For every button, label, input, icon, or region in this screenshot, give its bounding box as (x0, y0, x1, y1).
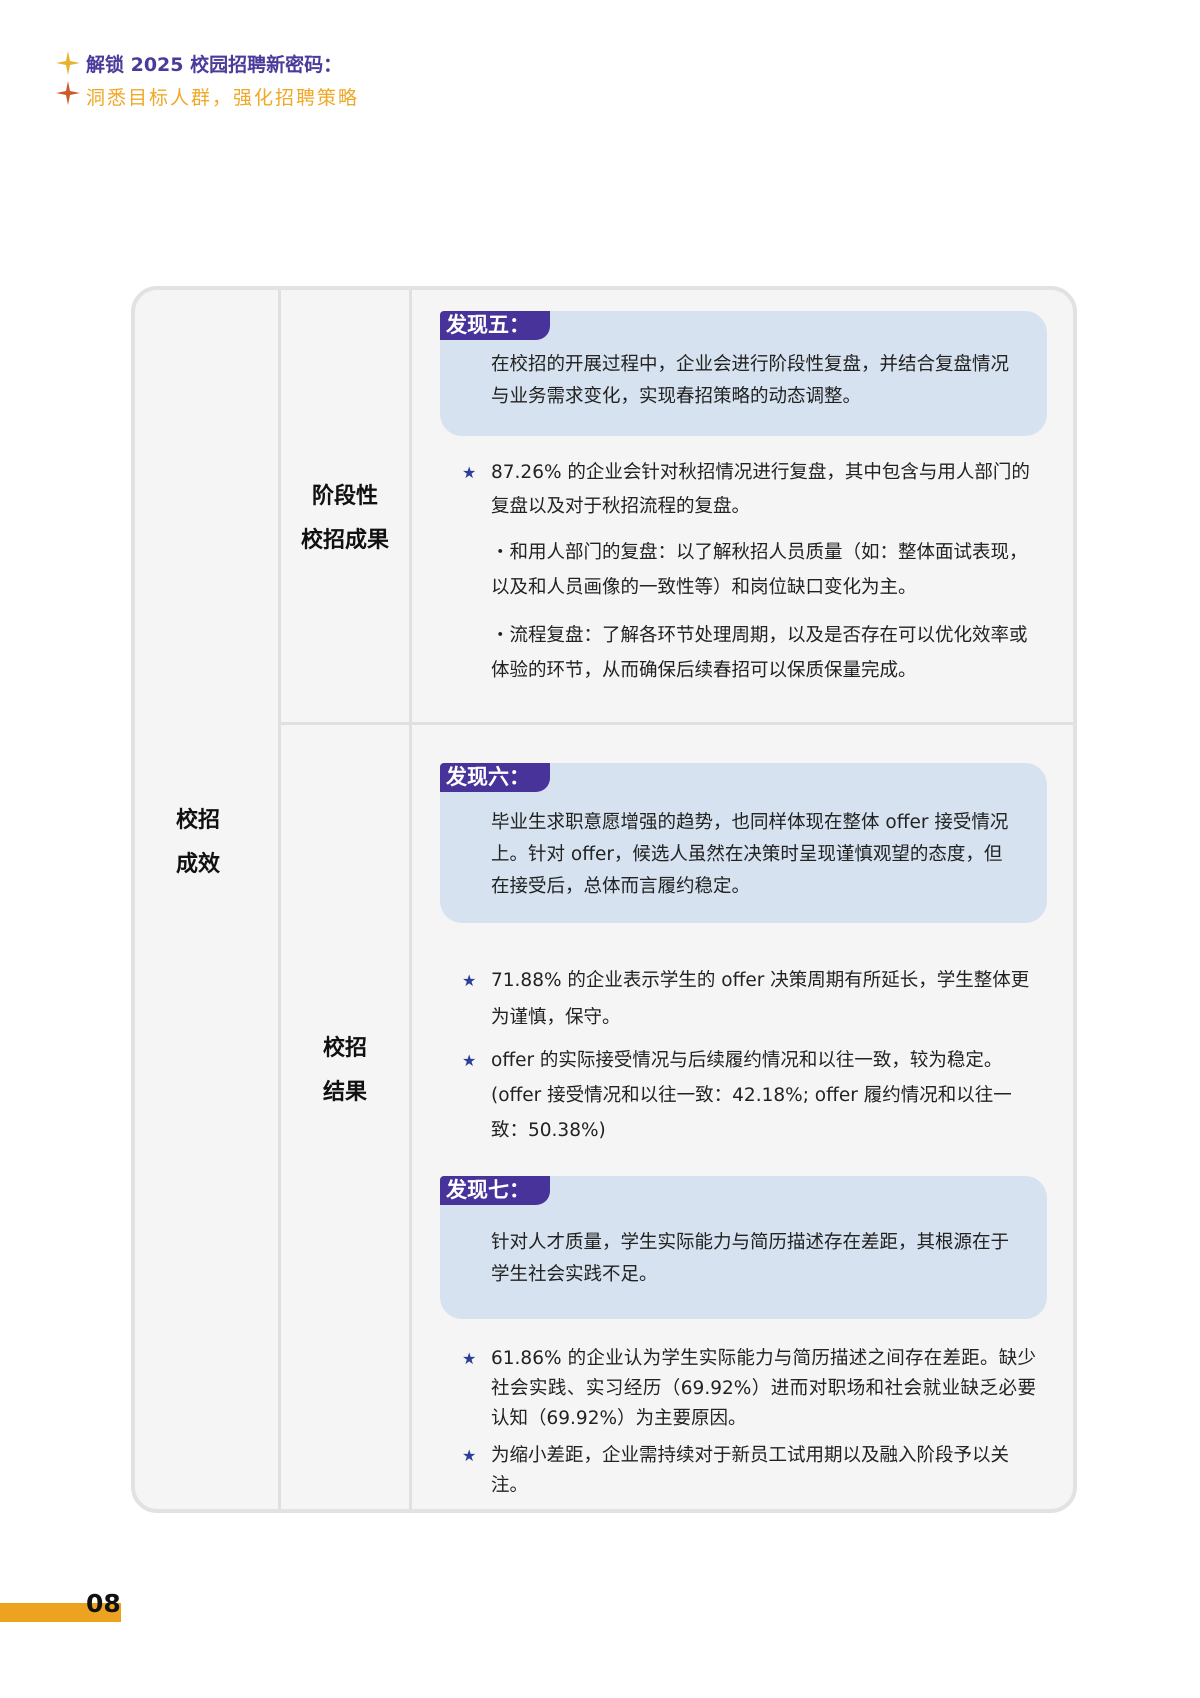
sub-bullet: ・流程复盘：了解各环节处理周期，以及是否存在可以优化效率或体验的环节，从而确保后… (491, 625, 1028, 681)
section-label: 校招 结果 (322, 1036, 367, 1105)
finding-box: 发现五： 在校招的开展过程中，企业会进行阶段性复盘，并结合复盘情况与业务需求变化… (440, 311, 1047, 436)
finding-box: 发现七： 针对人才质量，学生实际能力与简历描述存在差距，其根源在于学生社会实践不… (440, 1176, 1047, 1319)
bullet-item: ★ 71.88% 的企业表示学生的 offer 决策周期有所延长，学生整体更为谨慎… (462, 962, 1036, 1036)
section-label: 阶段性 校招成果 (300, 484, 389, 553)
finding-text: 针对人才质量，学生实际能力与简历描述存在差距，其根源在于学生社会实践不足。 (491, 1232, 1010, 1285)
sub-bullet: ・和用人部门的复盘：以了解秋招人员质量（如：整体面试表现，以及和人员画像的一致性… (491, 542, 1028, 598)
finding-text: 在校招的开展过程中，企业会进行阶段性复盘，并结合复盘情况与业务需求变化，实现春招… (491, 354, 1010, 407)
finding-tag: 发现五： (440, 311, 550, 340)
divider (278, 290, 281, 1509)
divider (409, 290, 412, 1509)
star-icon: ★ (462, 1446, 477, 1465)
divider (278, 722, 1073, 725)
finding-text: 毕业生求职意愿增强的趋势，也同样体现在整体 offer 接受情况上。针对 off… (491, 812, 1009, 897)
finding-tag: 发现六： (440, 763, 550, 792)
bullet-item: ★ 87.26% 的企业会针对秋招情况进行复盘，其中包含与用人部门的复盘以及对于秋… (462, 456, 1036, 524)
star-icon: ★ (462, 463, 477, 482)
star-icon: ★ (462, 1051, 477, 1070)
page-number: 08 (86, 1589, 121, 1618)
finding-tag: 发现七： (440, 1176, 550, 1205)
header-subtitle: 洞悉目标人群，强化招聘策略 (86, 87, 360, 109)
finding-box: 发现六： 毕业生求职意愿增强的趋势，也同样体现在整体 offer 接受情况上。针… (440, 763, 1047, 923)
category-label: 校招 成效 (175, 808, 220, 877)
sparkle-icon (56, 51, 80, 75)
bullet-item: ★ 为缩小差距，企业需持续对于新员工试用期以及融入阶段予以关注。 (462, 1441, 1036, 1501)
header-title: 解锁 2025 校园招聘新密码： (86, 54, 343, 76)
star-icon: ★ (462, 1349, 477, 1368)
bullet-item: ★ 61.86% 的企业认为学生实际能力与简历描述之间存在差距。缺少社会实践、实习… (462, 1344, 1036, 1434)
star-icon: ★ (462, 971, 477, 990)
bullet-item: ★ offer 的实际接受情况与后续履约情况和以往一致，较为稳定。(offer 接… (462, 1043, 1036, 1148)
sparkle-icon (56, 81, 80, 105)
